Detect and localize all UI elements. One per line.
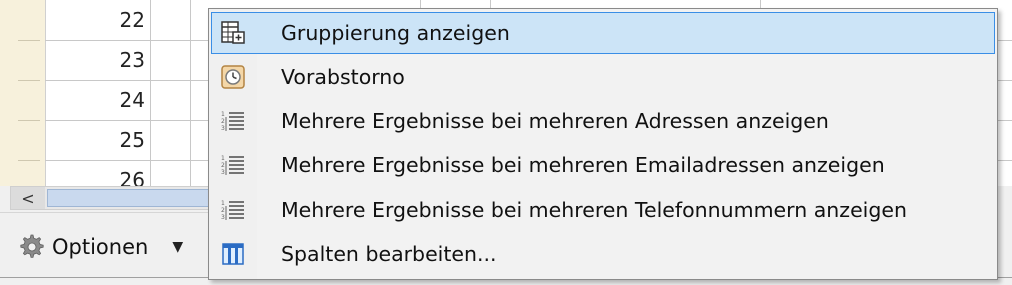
options-label: Optionen: [52, 235, 149, 259]
menu-item-label: Mehrere Ergebnisse bei mehreren Emailadr…: [281, 153, 885, 177]
menu-item-label: Mehrere Ergebnisse bei mehreren Adressen…: [281, 109, 829, 133]
svg-text:2: 2: [221, 162, 225, 169]
row-gutter: [0, 0, 46, 186]
svg-text:1: 1: [221, 155, 225, 162]
svg-text:1: 1: [221, 111, 225, 118]
menu-item-mehrere-telefonnummern[interactable]: 123 Mehrere Ergebnisse bei mehreren Tele…: [211, 189, 995, 231]
menu-item-label: Mehrere Ergebnisse bei mehreren Telefonn…: [281, 198, 907, 222]
caret-down-icon: ▼: [172, 239, 184, 255]
gutter-tick: [18, 80, 40, 81]
svg-text:3: 3: [221, 214, 225, 221]
gutter-tick: [18, 160, 40, 161]
list-icon: 123: [211, 100, 255, 142]
menu-item-label: Gruppierung anzeigen: [281, 21, 510, 45]
list-icon: 123: [211, 144, 255, 186]
menu-item-label: Spalten bearbeiten...: [281, 242, 497, 266]
scrollbar-thumb[interactable]: [47, 189, 211, 207]
svg-text:1: 1: [221, 200, 225, 207]
list-icon: 123: [211, 189, 255, 231]
grouping-icon: [211, 12, 255, 54]
columns-icon: [211, 233, 255, 275]
column-divider: [190, 0, 191, 186]
bottom-toolbar: Optionen ▼: [0, 212, 212, 285]
svg-text:3: 3: [221, 125, 225, 132]
chevron-left-icon: <: [21, 188, 35, 208]
menu-item-mehrere-emailadressen[interactable]: 123 Mehrere Ergebnisse bei mehreren Emai…: [211, 144, 995, 186]
gutter-tick: [18, 120, 40, 121]
svg-text:2: 2: [221, 207, 225, 214]
context-menu: Gruppierung anzeigen Vorabstorno 123 Meh…: [208, 8, 998, 280]
column-divider: [150, 0, 151, 186]
horizontal-scrollbar[interactable]: <: [10, 186, 212, 210]
row-number: 23: [119, 48, 145, 72]
menu-item-spalten-bearbeiten[interactable]: Spalten bearbeiten...: [211, 233, 995, 275]
menu-item-label: Vorabstorno: [281, 65, 405, 89]
svg-text:2: 2: [221, 118, 225, 125]
storno-icon: [211, 56, 255, 98]
row-number: 24: [119, 88, 145, 112]
menu-item-mehrere-adressen[interactable]: 123 Mehrere Ergebnisse bei mehreren Adre…: [211, 100, 995, 142]
scroll-left-button[interactable]: <: [11, 187, 45, 209]
options-button[interactable]: Optionen ▼: [16, 231, 208, 263]
menu-item-vorabstorno[interactable]: Vorabstorno: [211, 56, 995, 98]
gutter-tick: [18, 40, 40, 41]
gear-icon: [20, 234, 44, 258]
row-number: 22: [119, 8, 145, 32]
menu-item-gruppierung-anzeigen[interactable]: Gruppierung anzeigen: [211, 12, 995, 54]
svg-text:3: 3: [221, 169, 225, 176]
row-number: 26: [119, 168, 145, 186]
row-number: 25: [119, 128, 145, 152]
